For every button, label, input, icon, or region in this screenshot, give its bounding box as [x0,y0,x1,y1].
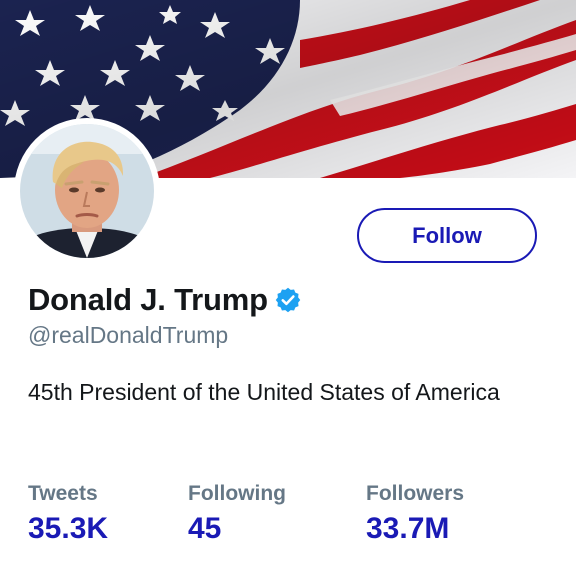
stat-tweets[interactable]: Tweets 35.3K [28,482,108,546]
verified-badge-icon [274,286,302,314]
stat-followers[interactable]: Followers 33.7M [366,482,464,546]
profile-handle: @realDonaldTrump [28,322,229,348]
follow-button[interactable]: Follow [357,208,537,263]
stat-following[interactable]: Following 45 [188,482,286,546]
profile-bio: 45th President of the United States of A… [28,379,500,405]
stat-following-value: 45 [188,512,222,545]
stat-followers-label: Followers [366,482,465,505]
profile-name-row: Donald J. Trump [28,282,302,318]
profile-avatar[interactable] [14,118,160,264]
stat-following-label: Following [188,482,286,505]
profile-name: Donald J. Trump [28,282,268,317]
stat-tweets-value: 35.3K [28,512,109,545]
avatar-image [20,124,154,258]
stat-followers-value: 33.7M [366,512,450,545]
stat-tweets-label: Tweets [28,482,98,505]
